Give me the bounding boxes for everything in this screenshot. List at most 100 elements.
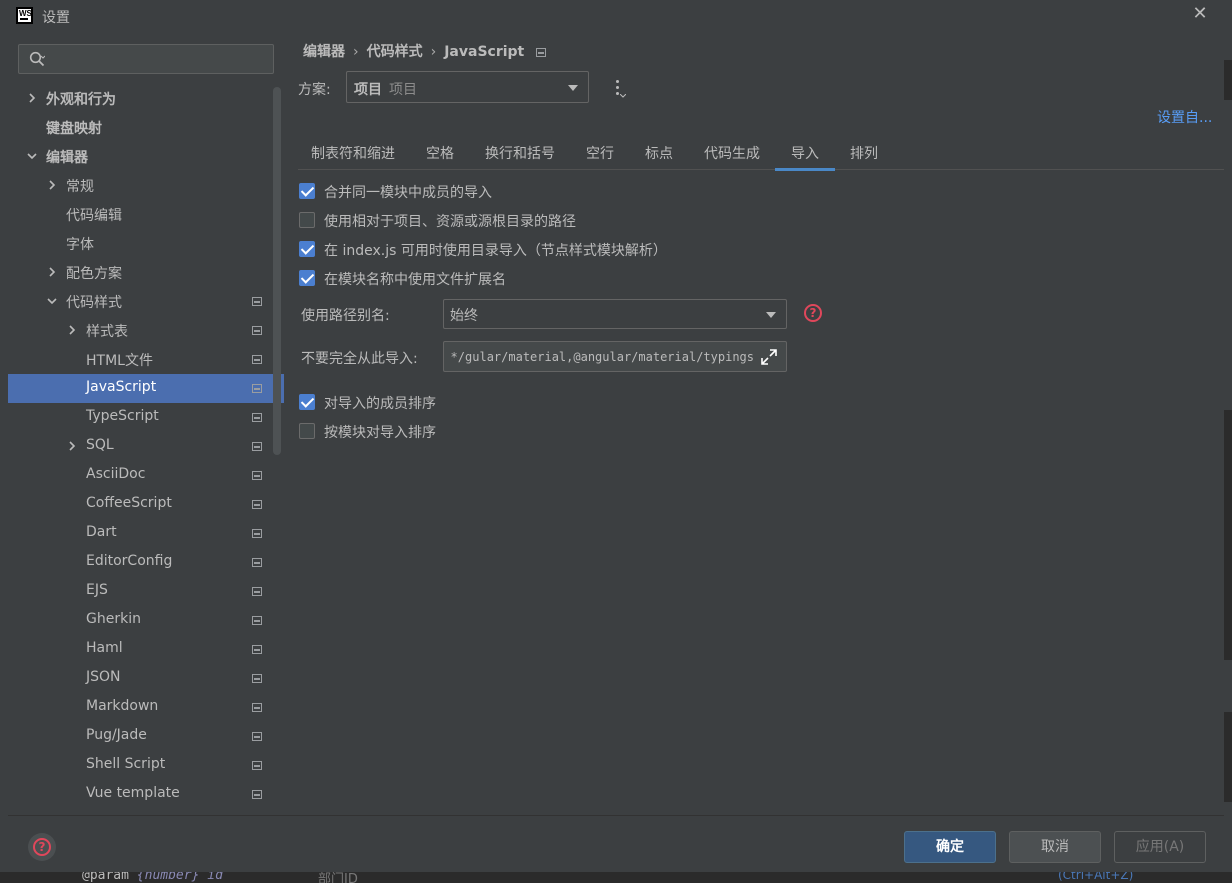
sidebar-item[interactable]: JSON [8, 664, 284, 693]
sort-by-module-label: 按模块对导入排序 [324, 425, 436, 441]
exclude-imports-label: 不要完全从此导入: [301, 351, 418, 367]
tab-wrapping-and-braces[interactable]: 换行和括号 [485, 143, 555, 163]
sidebar-item[interactable]: AsciiDoc [8, 461, 284, 490]
sidebar-item-label: 配色方案 [66, 266, 122, 282]
sidebar-item-label: EditorConfig [86, 553, 173, 569]
settings-content: 编辑器 › 代码样式 › JavaScript 方案: 项目 项目 设置自... 制表符… [284, 32, 1224, 815]
scheme-setting-icon [252, 558, 262, 567]
sort-members-checkbox[interactable] [299, 394, 315, 410]
breadcrumb: 编辑器 › 代码样式 › JavaScript [303, 41, 547, 61]
scheme-setting-icon [252, 703, 262, 712]
sidebar-item-label: Haml [86, 640, 123, 656]
relative-paths-label: 使用相对于项目、资源或源根目录的路径 [324, 214, 576, 230]
more-options-icon[interactable] [612, 78, 626, 100]
exclude-imports-field[interactable] [443, 341, 787, 372]
tab-code-generation[interactable]: 代码生成 [704, 143, 760, 163]
scheme-setting-icon [252, 326, 262, 335]
relative-paths-checkbox[interactable] [299, 212, 315, 228]
sidebar-item-label: JavaScript [86, 379, 157, 395]
scheme-value: 项目 [354, 82, 382, 98]
cancel-button[interactable]: 取消 [1009, 831, 1101, 863]
scheme-setting-icon [252, 442, 262, 451]
sidebar-item[interactable]: Pug/Jade [8, 722, 284, 751]
chevron-right-icon[interactable] [46, 266, 58, 278]
sidebar-item[interactable]: Gherkin [8, 606, 284, 635]
tab-spaces[interactable]: 空格 [426, 143, 454, 163]
sidebar-scrollbar[interactable] [273, 87, 281, 455]
exclude-imports-input[interactable] [450, 347, 754, 367]
sidebar-item[interactable]: EJS [8, 577, 284, 606]
sidebar-item[interactable]: SQL [8, 432, 284, 461]
sidebar-item[interactable]: Markdown [8, 693, 284, 722]
sidebar-item[interactable]: 代码编辑 [8, 200, 284, 229]
scheme-setting-icon [252, 297, 262, 306]
sidebar-item[interactable]: 样式表 [8, 316, 284, 345]
merge-imports-label: 合并同一模块中成员的导入 [324, 185, 492, 201]
sidebar-item[interactable]: 外观和行为 [8, 84, 284, 113]
close-icon[interactable]: ✕ [1190, 4, 1210, 24]
code-param: @param [82, 872, 129, 883]
sidebar-item[interactable]: Dart [8, 519, 284, 548]
chevron-right-icon[interactable] [26, 92, 38, 104]
sidebar-item-label: 键盘映射 [46, 121, 102, 137]
sidebar-item-label: AsciiDoc [86, 466, 146, 482]
scheme-setting-icon [252, 616, 262, 625]
file-extension-checkbox[interactable] [299, 270, 315, 286]
tab-punctuation[interactable]: 标点 [645, 143, 673, 163]
chevron-right-icon[interactable] [46, 179, 58, 191]
sidebar-item-label: 代码样式 [66, 295, 122, 311]
sidebar-item[interactable]: 键盘映射 [8, 113, 284, 142]
sidebar-item[interactable]: EditorConfig [8, 548, 284, 577]
sidebar-item[interactable]: 编辑器 [8, 142, 284, 171]
directory-import-checkbox[interactable] [299, 241, 315, 257]
help-button[interactable]: ? [28, 833, 56, 861]
search-input[interactable] [53, 49, 263, 69]
sidebar-item-label: CoffeeScript [86, 495, 172, 511]
search-icon [29, 51, 45, 67]
sidebar-item-label: HTML文件 [86, 353, 153, 369]
sidebar-item-label: 样式表 [86, 324, 128, 340]
scheme-setting-icon [252, 471, 262, 480]
settings-search[interactable] [18, 44, 274, 74]
chevron-down-icon[interactable] [46, 295, 58, 307]
path-alias-dropdown[interactable]: 始终 [443, 299, 787, 329]
sidebar-item[interactable]: TypeScript [8, 403, 284, 432]
tab-imports[interactable]: 导入 [791, 143, 819, 163]
tab-blank-lines[interactable]: 空行 [586, 143, 614, 163]
breadcrumb-item: 代码样式 [366, 44, 423, 60]
sidebar-item[interactable]: HTML文件 [8, 345, 284, 374]
sidebar-item[interactable]: 代码样式 [8, 287, 284, 316]
sidebar-item-label: 字体 [66, 237, 94, 253]
set-from-link[interactable]: 设置自... [1157, 107, 1212, 127]
apply-button[interactable]: 应用(A) [1114, 831, 1206, 863]
chevron-down-icon[interactable] [26, 150, 38, 162]
sidebar-item[interactable]: CoffeeScript [8, 490, 284, 519]
tab-tabs-and-indents[interactable]: 制表符和缩进 [311, 143, 395, 163]
code-shortcut: (Ctrl+Alt+Z) [1058, 872, 1134, 882]
help-icon[interactable]: ? [804, 304, 822, 322]
dialog-footer: ? 确定 取消 应用(A) [8, 815, 1224, 872]
sidebar-item-label: Markdown [86, 698, 159, 714]
sort-by-module-checkbox[interactable] [299, 423, 315, 439]
sidebar-item[interactable]: Vue template [8, 780, 284, 809]
tab-arrangement[interactable]: 排列 [850, 143, 878, 163]
merge-imports-checkbox[interactable] [299, 183, 315, 199]
sidebar-item-label: SQL [86, 437, 114, 453]
sidebar-item[interactable]: Haml [8, 635, 284, 664]
sidebar-item[interactable]: 常规 [8, 171, 284, 200]
scheme-value-sub: 项目 [389, 82, 417, 98]
path-alias-label: 使用路径别名: [301, 308, 390, 324]
scheme-setting-icon [252, 732, 262, 741]
sidebar-item[interactable]: Shell Script [8, 751, 284, 780]
sidebar-item[interactable]: 字体 [8, 229, 284, 258]
breadcrumb-separator-icon: › [353, 44, 359, 60]
expand-icon[interactable] [760, 348, 778, 366]
sidebar-item[interactable]: 配色方案 [8, 258, 284, 287]
sidebar-item-label: 代码编辑 [66, 208, 122, 224]
ok-button[interactable]: 确定 [904, 831, 996, 863]
sidebar-item[interactable]: JavaScript [8, 374, 284, 403]
chevron-right-icon[interactable] [66, 324, 78, 336]
scheme-dropdown[interactable]: 项目 项目 [346, 71, 589, 103]
settings-sidebar: 外观和行为键盘映射编辑器 常规代码编辑字体配色方案代码样式样式表 HTML文件 Jav… [8, 32, 284, 815]
chevron-right-icon[interactable] [66, 440, 78, 452]
